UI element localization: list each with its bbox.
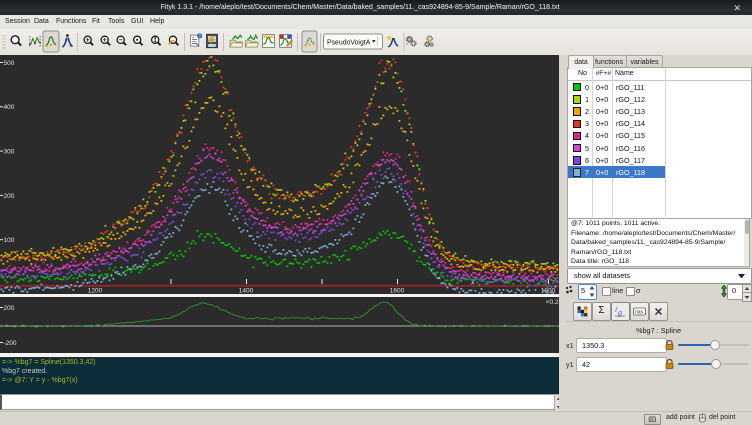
- svg-text:200: 200: [4, 305, 15, 312]
- svg-text:PseudoVoigtA: PseudoVoigtA: [327, 39, 371, 46]
- svg-text:300: 300: [4, 149, 15, 156]
- svg-text:l: l: [615, 306, 617, 314]
- svg-text:100: 100: [4, 237, 15, 244]
- svg-text:400: 400: [4, 104, 15, 111]
- svg-text:nas: nas: [635, 310, 644, 316]
- svg-text:500: 500: [4, 60, 15, 67]
- svg-text:-200: -200: [4, 340, 17, 347]
- svg-text:×0.2: ×0.2: [546, 299, 559, 306]
- svg-text:?: ?: [198, 34, 201, 39]
- svg-text:200: 200: [4, 193, 15, 200]
